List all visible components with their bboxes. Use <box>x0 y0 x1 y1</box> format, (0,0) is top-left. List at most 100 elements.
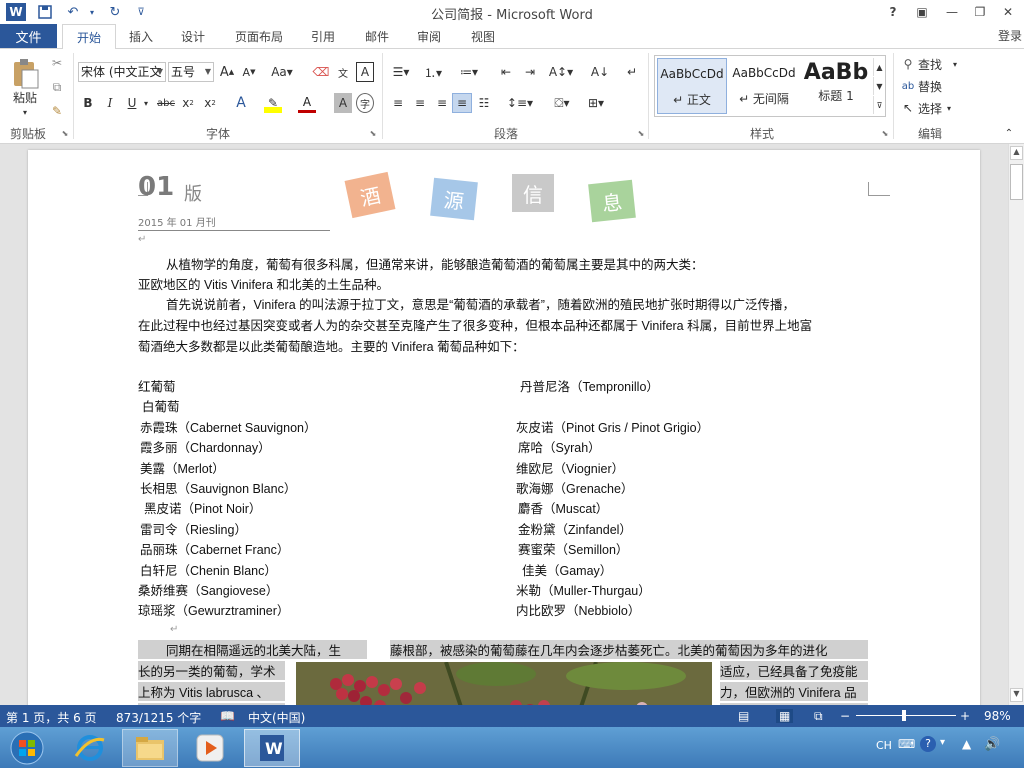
select-icon[interactable]: ↖ <box>900 99 916 117</box>
font-color-icon[interactable]: A <box>298 93 316 113</box>
line-spacing-icon[interactable]: ↕≡▾ <box>506 93 534 113</box>
styles-more-icon[interactable]: ⊽ <box>873 96 885 114</box>
bold-icon[interactable]: B <box>80 93 96 113</box>
tab-file[interactable]: 文件 <box>0 24 57 48</box>
tab-review[interactable]: 审阅 <box>408 24 450 48</box>
collapse-ribbon-icon[interactable]: ⌃ <box>1002 127 1016 139</box>
word-taskbar-icon[interactable]: W <box>244 729 300 767</box>
copy-icon[interactable]: ⧉ <box>48 77 66 97</box>
tab-page-layout[interactable]: 页面布局 <box>226 24 292 48</box>
zoom-slider-track[interactable] <box>856 715 956 716</box>
shrink-font-icon[interactable]: A ▼ <box>240 62 258 82</box>
distributed-icon[interactable]: ☷ <box>474 93 494 113</box>
underline-icon[interactable]: U <box>124 93 140 113</box>
find-dropdown-icon[interactable]: ▾ <box>950 55 960 73</box>
ribbon-display-options-icon[interactable]: ▣ <box>910 2 934 22</box>
find-button[interactable]: 查找 <box>918 55 950 73</box>
tab-mailings[interactable]: 邮件 <box>356 24 398 48</box>
show-formatting-marks-icon[interactable]: ↵ <box>622 62 642 82</box>
align-right-icon[interactable]: ≡ <box>432 93 452 113</box>
decrease-indent-icon[interactable]: ⇤ <box>496 62 516 82</box>
clipboard-launcher-icon[interactable]: ⬊ <box>60 127 70 139</box>
enclose-characters-icon[interactable]: 字 <box>356 93 374 113</box>
tab-design[interactable]: 设计 <box>172 24 214 48</box>
internet-explorer-icon[interactable] <box>62 729 118 767</box>
help-button[interactable]: ? <box>881 2 905 22</box>
justify-icon[interactable]: ≡ <box>452 93 472 113</box>
highlight-color-icon[interactable]: ✎ <box>264 93 282 113</box>
language-status[interactable]: 中文(中国) <box>248 709 305 726</box>
file-explorer-icon[interactable] <box>122 729 178 767</box>
help-tray-icon[interactable]: ? <box>920 736 936 752</box>
sort-icon[interactable]: A↓ <box>590 62 610 82</box>
font-launcher-icon[interactable]: ⬊ <box>368 127 378 139</box>
cut-icon[interactable]: ✂ <box>48 53 66 73</box>
show-hidden-icons-icon[interactable]: ▲ <box>962 737 971 751</box>
shading-icon[interactable]: ⛋▾ <box>548 93 576 113</box>
align-center-icon[interactable]: ≡ <box>410 93 430 113</box>
style-heading1[interactable]: AaBb 标题 1 <box>801 58 871 114</box>
font-size-combo[interactable]: 五号 ▼ <box>168 62 214 82</box>
text-effects-icon[interactable]: A <box>232 93 250 113</box>
print-layout-icon[interactable]: ▦ <box>776 709 794 723</box>
multilevel-list-icon[interactable]: ≔▾ <box>454 62 484 82</box>
paste-button[interactable]: 粘贴 <box>8 89 42 105</box>
zoom-in-icon[interactable]: + <box>960 709 970 723</box>
tab-home[interactable]: 开始 <box>62 24 116 49</box>
tab-view[interactable]: 视图 <box>462 24 504 48</box>
font-name-combo[interactable]: 宋体 (中文正文 ▼ <box>78 62 166 82</box>
volume-icon[interactable]: 🔊 <box>984 737 1000 752</box>
align-left-icon[interactable]: ≡ <box>388 93 408 113</box>
borders-icon[interactable]: ⊞▾ <box>582 93 610 113</box>
bullets-icon[interactable]: ☰▾ <box>388 62 414 82</box>
styles-scroll-down-icon[interactable]: ▼ <box>873 77 885 95</box>
replace-button[interactable]: 替换 <box>918 77 950 95</box>
read-mode-icon[interactable]: ▤ <box>738 709 749 723</box>
subscript-icon[interactable]: x2 <box>180 93 196 113</box>
zoom-out-icon[interactable]: − <box>840 709 850 723</box>
select-dropdown-icon[interactable]: ▾ <box>944 99 954 117</box>
paragraph-launcher-icon[interactable]: ⬊ <box>636 127 646 139</box>
grow-font-icon[interactable]: A ▲ <box>218 62 236 82</box>
tab-insert[interactable]: 插入 <box>120 24 162 48</box>
tab-references[interactable]: 引用 <box>302 24 344 48</box>
phonetic-guide-icon[interactable]: 文 <box>334 62 352 82</box>
ime-indicator[interactable]: CH <box>876 739 892 752</box>
grape-photo[interactable] <box>296 662 712 705</box>
italic-icon[interactable]: I <box>102 93 118 113</box>
web-layout-icon[interactable]: ⧉ <box>814 709 823 724</box>
keyboard-icon[interactable]: ⌨ <box>898 737 915 751</box>
zoom-slider-thumb[interactable] <box>902 710 906 721</box>
numbering-icon[interactable]: ⒈▾ <box>420 62 446 82</box>
clear-formatting-icon[interactable]: ⌫ <box>312 62 330 82</box>
vertical-scrollbar[interactable]: ▲ ▼ <box>1008 144 1024 705</box>
word-count-status[interactable]: 873/1215 个字 <box>116 709 201 726</box>
close-button[interactable]: ✕ <box>996 2 1020 22</box>
style-no-spacing[interactable]: AaBbCcDd ↵ 无间隔 <box>729 58 799 114</box>
chinese-layout-icon[interactable]: A↕▾ <box>548 62 574 82</box>
styles-launcher-icon[interactable]: ⬊ <box>880 127 890 139</box>
scroll-up-icon[interactable]: ▲ <box>1010 146 1023 160</box>
document-page[interactable]: 01 版 2015 年 01 月刊 ↵ 酒 源 信 息 从植物学的角度，葡萄有很… <box>28 150 980 705</box>
character-border-icon[interactable]: A <box>356 62 374 82</box>
underline-dropdown-icon[interactable]: ▾ <box>142 93 150 113</box>
scroll-thumb[interactable] <box>1010 164 1023 200</box>
format-painter-icon[interactable]: ✎ <box>48 101 66 121</box>
increase-indent-icon[interactable]: ⇥ <box>520 62 540 82</box>
paste-dropdown-icon[interactable]: ▾ <box>16 107 34 117</box>
paste-icon[interactable] <box>8 57 42 91</box>
strikethrough-icon[interactable]: abc <box>156 93 176 113</box>
start-button[interactable] <box>0 729 54 767</box>
proofing-icon[interactable]: 📖 <box>220 709 235 723</box>
replace-icon[interactable]: ab <box>900 77 916 95</box>
styles-scroll-up-icon[interactable]: ▲ <box>873 58 885 76</box>
media-player-icon[interactable] <box>182 729 238 767</box>
style-normal[interactable]: AaBbCcDd ↵ 正文 <box>657 58 727 114</box>
find-icon[interactable]: ⚲ <box>900 55 916 73</box>
zoom-level[interactable]: 98% <box>984 709 1011 723</box>
character-shading-icon[interactable]: A <box>334 93 352 113</box>
tray-dropdown-icon[interactable]: ▾ <box>940 737 945 748</box>
restore-button[interactable]: ❐ <box>968 2 992 22</box>
page-count-status[interactable]: 第 1 页，共 6 页 <box>6 709 97 726</box>
login-link[interactable]: 登录 <box>998 27 1022 44</box>
